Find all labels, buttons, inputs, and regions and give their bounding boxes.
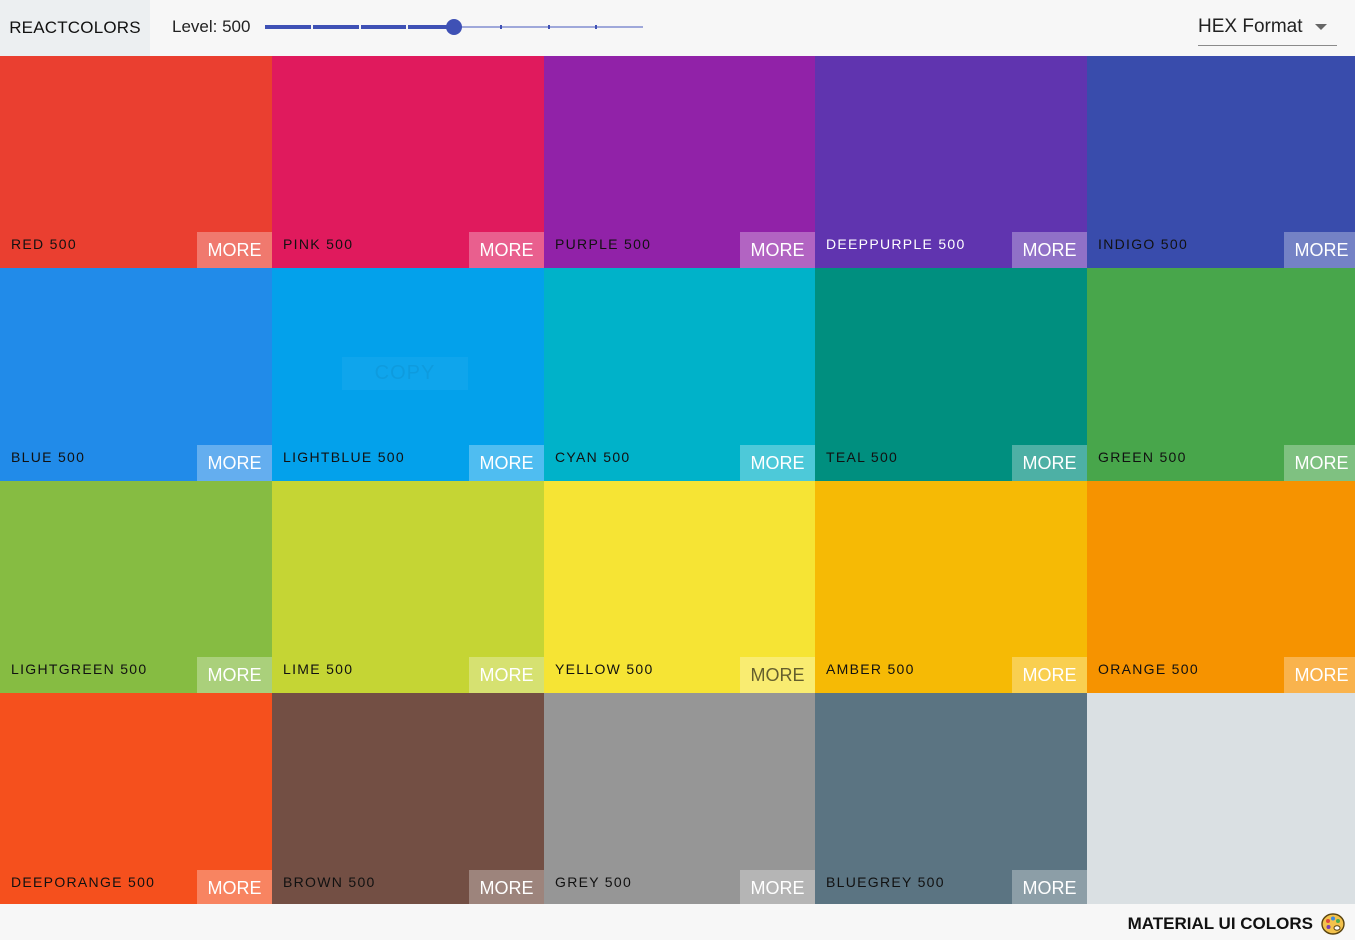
footer: MATERIAL UI COLORS bbox=[0, 904, 1355, 937]
color-name: teal 500 bbox=[826, 449, 899, 465]
color-name: red 500 bbox=[11, 236, 77, 252]
color-box[interactable]: green 500 MORE bbox=[1087, 268, 1355, 481]
level-label: Level: 500 bbox=[172, 17, 251, 36]
color-box[interactable]: lime 500 MORE bbox=[272, 481, 544, 693]
color-box[interactable]: pink 500 MORE bbox=[272, 56, 544, 268]
color-name: grey 500 bbox=[555, 874, 633, 890]
color-box[interactable]: lightgreen 500 MORE bbox=[0, 481, 272, 693]
color-box[interactable]: brown 500 MORE bbox=[272, 693, 544, 906]
slider-mark bbox=[311, 25, 314, 29]
color-box[interactable]: deeppurple 500 MORE bbox=[815, 56, 1087, 268]
color-grid: red 500 MORE pink 500 MORE purple 500 MORE dee… bbox=[0, 56, 1355, 906]
color-box[interactable]: cyan 500 MORE bbox=[544, 268, 815, 481]
level-slider[interactable] bbox=[265, 16, 643, 38]
color-box[interactable]: amber 500 MORE bbox=[815, 481, 1087, 693]
slider-thumb[interactable] bbox=[446, 19, 462, 35]
more-button[interactable]: MORE bbox=[197, 232, 272, 268]
more-button[interactable]: MORE bbox=[740, 232, 815, 268]
color-box[interactable]: red 500 MORE bbox=[0, 56, 272, 268]
slider-mark bbox=[594, 25, 597, 29]
more-button[interactable]: MORE bbox=[1012, 657, 1087, 693]
color-box[interactable]: grey 500 MORE bbox=[544, 693, 815, 906]
footer-title: MATERIAL UI COLORS bbox=[1127, 914, 1313, 933]
more-button[interactable]: MORE bbox=[197, 657, 272, 693]
color-box[interactable]: deeporange 500 MORE bbox=[0, 693, 272, 906]
color-name: yellow 500 bbox=[555, 661, 654, 677]
color-box[interactable]: orange 500 MORE bbox=[1087, 481, 1355, 693]
more-button[interactable]: MORE bbox=[1284, 657, 1355, 693]
color-name: bluegrey 500 bbox=[826, 874, 945, 890]
color-name: lime 500 bbox=[283, 661, 354, 677]
slider-mark bbox=[405, 25, 408, 29]
color-box[interactable]: indigo 500 MORE bbox=[1087, 56, 1355, 268]
copy-button[interactable]: COPY bbox=[342, 357, 468, 390]
color-name: green 500 bbox=[1098, 449, 1187, 465]
color-name: orange 500 bbox=[1098, 661, 1199, 677]
color-name: deeporange 500 bbox=[11, 874, 156, 890]
chevron-down-icon bbox=[1315, 24, 1327, 30]
more-button[interactable]: MORE bbox=[740, 445, 815, 481]
color-name: brown 500 bbox=[283, 874, 376, 890]
color-name: amber 500 bbox=[826, 661, 915, 677]
slider-mark bbox=[547, 25, 550, 29]
more-button[interactable]: MORE bbox=[740, 870, 815, 906]
color-name: purple 500 bbox=[555, 236, 652, 252]
color-name: blue 500 bbox=[11, 449, 86, 465]
color-name: lightgreen 500 bbox=[11, 661, 148, 677]
more-button[interactable]: MORE bbox=[469, 870, 544, 906]
more-button[interactable]: MORE bbox=[1012, 870, 1087, 906]
more-button[interactable]: MORE bbox=[469, 232, 544, 268]
color-name: lightblue 500 bbox=[283, 449, 405, 465]
color-box[interactable]: teal 500 MORE bbox=[815, 268, 1087, 481]
format-select[interactable]: HEX Format bbox=[1198, 8, 1337, 46]
more-button[interactable]: MORE bbox=[1012, 445, 1087, 481]
color-box[interactable]: purple 500 MORE bbox=[544, 56, 815, 268]
more-button[interactable]: MORE bbox=[1284, 445, 1355, 481]
slider-mark bbox=[500, 25, 503, 29]
palette-icon bbox=[1321, 913, 1345, 940]
color-name: pink 500 bbox=[283, 236, 354, 252]
color-box[interactable]: yellow 500 MORE bbox=[544, 481, 815, 693]
app-logo[interactable]: REACTCOLORS bbox=[0, 0, 150, 56]
more-button[interactable]: MORE bbox=[1012, 232, 1087, 268]
navbar: REACTCOLORS Level: 500 HEX Format bbox=[0, 0, 1355, 56]
more-button[interactable]: MORE bbox=[740, 657, 815, 693]
color-name: deeppurple 500 bbox=[826, 236, 966, 252]
slider-mark bbox=[358, 25, 361, 29]
more-button[interactable]: MORE bbox=[1284, 232, 1355, 268]
color-box[interactable]: bluegrey 500 MORE bbox=[815, 693, 1087, 906]
more-button[interactable]: MORE bbox=[469, 657, 544, 693]
color-box[interactable] bbox=[1087, 693, 1355, 906]
color-name: cyan 500 bbox=[555, 449, 631, 465]
more-button[interactable]: MORE bbox=[197, 445, 272, 481]
more-button[interactable]: MORE bbox=[469, 445, 544, 481]
more-button[interactable]: MORE bbox=[197, 870, 272, 906]
format-select-value: HEX Format bbox=[1198, 16, 1303, 37]
color-name: indigo 500 bbox=[1098, 236, 1189, 252]
color-box[interactable]: blue 500 MORE bbox=[0, 268, 272, 481]
